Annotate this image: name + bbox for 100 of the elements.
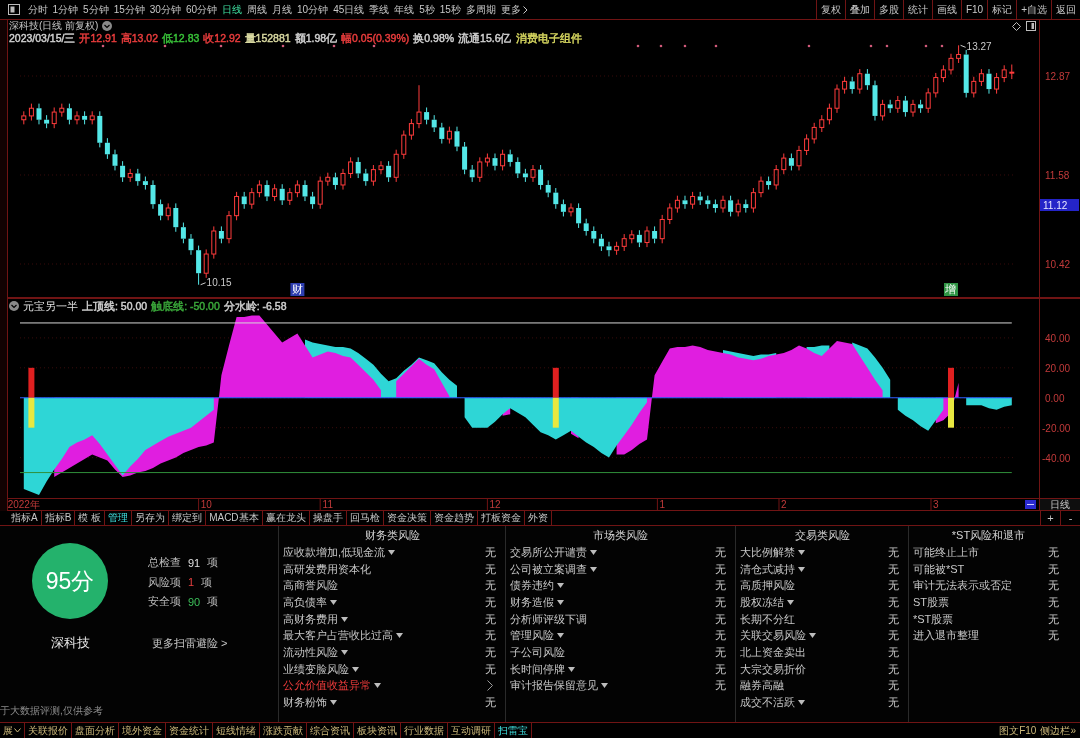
- indicator-tab[interactable]: 赢在龙头: [262, 511, 310, 525]
- risk-item[interactable]: 高研发费用资本化: [283, 561, 371, 577]
- toolbar-button[interactable]: 统计: [902, 0, 932, 19]
- caret-down-icon[interactable]: [798, 700, 805, 706]
- caret-down-icon[interactable]: [330, 599, 337, 605]
- caret-down-icon[interactable]: [568, 666, 575, 672]
- window-icon[interactable]: [8, 4, 20, 15]
- caret-down-icon[interactable]: [601, 683, 608, 689]
- risk-item[interactable]: 可能被*ST: [913, 561, 965, 577]
- period-tab[interactable]: 15分钟: [111, 1, 148, 18]
- bottom-tab[interactable]: 关联报价: [25, 723, 72, 738]
- toolbar-button[interactable]: 叠加: [844, 0, 874, 19]
- period-tab[interactable]: 5秒: [416, 1, 438, 18]
- zoom-button[interactable]: +: [1040, 511, 1060, 525]
- toolbar-button[interactable]: 复权: [815, 0, 845, 19]
- indicator-tab[interactable]: 绑定到: [169, 511, 207, 525]
- risk-item[interactable]: ST股票: [913, 594, 950, 610]
- risk-item[interactable]: 流动性风险: [283, 644, 338, 660]
- chevron-right-icon[interactable]: [487, 680, 493, 692]
- risk-item[interactable]: 最大客户占营收比过高: [283, 628, 393, 644]
- caret-down-icon[interactable]: [590, 549, 597, 555]
- risk-item[interactable]: 业绩变脸风险: [283, 661, 349, 677]
- toolbar-button[interactable]: 标记: [987, 0, 1017, 19]
- period-tab[interactable]: 10分钟: [294, 1, 331, 18]
- bottom-link[interactable]: 图文F10: [999, 723, 1037, 738]
- diamond-icon[interactable]: [1012, 21, 1021, 31]
- bottom-tab[interactable]: 境外资金: [119, 723, 166, 738]
- indicator-tab[interactable]: 操盘手: [309, 511, 347, 525]
- period-tab[interactable]: 年线: [391, 1, 417, 18]
- event-tag[interactable]: 增: [944, 283, 958, 296]
- risk-item[interactable]: 大宗交易折价: [740, 661, 806, 677]
- caret-down-icon[interactable]: [798, 566, 805, 572]
- risk-item[interactable]: 北上资金卖出: [740, 644, 806, 660]
- bottom-tab[interactable]: 资金统计: [166, 723, 213, 738]
- indicator-tab[interactable]: 资金决策: [383, 511, 431, 525]
- caret-down-icon[interactable]: [557, 599, 564, 605]
- risk-item[interactable]: 融券高融: [740, 678, 784, 694]
- indicator-tab[interactable]: 回马枪: [346, 511, 384, 525]
- caret-down-icon[interactable]: [798, 549, 805, 555]
- bottom-link[interactable]: 侧边栏»: [1040, 723, 1076, 738]
- more-button[interactable]: 更多: [498, 1, 531, 18]
- risk-item[interactable]: 审计报告保留意见: [510, 678, 598, 694]
- risk-item[interactable]: 进入退市整理: [913, 628, 979, 644]
- bottom-tab[interactable]: 互动调研: [448, 723, 495, 738]
- risk-item[interactable]: 债券违约: [510, 578, 554, 594]
- indicator-tab[interactable]: 管理: [105, 511, 133, 525]
- bottom-tab[interactable]: 行业数据: [401, 723, 448, 738]
- risk-item[interactable]: 交易所公开谴责: [510, 544, 587, 560]
- bottom-tab[interactable]: 涨跌贡献: [260, 723, 307, 738]
- risk-item[interactable]: 高负债率: [283, 594, 327, 610]
- risk-item[interactable]: 高质押风险: [740, 578, 795, 594]
- bottom-tab[interactable]: 短线情绪: [213, 723, 260, 738]
- caret-down-icon[interactable]: [374, 683, 381, 689]
- indicator-tab[interactable]: 外资: [524, 511, 552, 525]
- zoom-button[interactable]: -: [1060, 511, 1080, 525]
- caret-down-icon[interactable]: [557, 583, 564, 589]
- bottom-tab[interactable]: 扫雷宝: [495, 723, 532, 738]
- risk-item[interactable]: 高商誉风险: [283, 578, 338, 594]
- bottom-tab[interactable]: 板块资讯: [354, 723, 401, 738]
- risk-item[interactable]: 长期不分红: [740, 611, 795, 627]
- risk-item[interactable]: 财务粉饰: [283, 695, 327, 711]
- risk-item[interactable]: 应收款增加,低现金流: [283, 544, 386, 560]
- chevron-down-circle-icon[interactable]: [9, 301, 19, 311]
- indicator-tab[interactable]: MACD基本: [206, 511, 263, 525]
- bottom-tab[interactable]: 综合资讯: [307, 723, 354, 738]
- caret-down-icon[interactable]: [396, 633, 403, 639]
- risk-item[interactable]: *ST股票: [913, 611, 954, 627]
- caret-down-icon[interactable]: [352, 666, 359, 672]
- bottom-tab[interactable]: 盘面分析: [72, 723, 119, 738]
- caret-down-icon[interactable]: [557, 633, 564, 639]
- toolbar-button[interactable]: F10: [960, 0, 988, 19]
- caret-down-icon[interactable]: [341, 616, 348, 622]
- period-tab[interactable]: 日线: [219, 1, 245, 18]
- event-tag[interactable]: 财: [290, 283, 305, 296]
- period-tab[interactable]: 1分钟: [50, 1, 81, 18]
- risk-item[interactable]: 分析师评级下调: [510, 611, 587, 627]
- panel-icon[interactable]: [1026, 21, 1036, 31]
- toolbar-button[interactable]: +自选: [1016, 0, 1051, 19]
- period-tab[interactable]: 60分钟: [183, 1, 220, 18]
- period-tab[interactable]: 45日线: [330, 1, 367, 18]
- scroll-marker-icon[interactable]: [1025, 500, 1036, 509]
- caret-down-icon[interactable]: [590, 566, 597, 572]
- risk-item[interactable]: 高财务费用: [283, 611, 338, 627]
- risk-item[interactable]: 公允价值收益异常: [283, 678, 371, 694]
- period-tab[interactable]: 5分钟: [80, 1, 112, 18]
- risk-item[interactable]: 可能终止上市: [913, 544, 979, 560]
- risk-item[interactable]: 审计无法表示或否定: [913, 578, 1012, 594]
- indicator-tab[interactable]: 指标B: [41, 511, 76, 525]
- risk-item[interactable]: 股权冻结: [740, 594, 784, 610]
- caret-down-icon[interactable]: [809, 633, 816, 639]
- bottom-tab[interactable]: 展: [0, 723, 25, 738]
- toolbar-button[interactable]: 多股: [873, 0, 903, 19]
- indicator-tab[interactable]: 打板资金: [477, 511, 525, 525]
- caret-down-icon[interactable]: [330, 700, 337, 706]
- toolbar-button[interactable]: 画线: [931, 0, 961, 19]
- period-tab[interactable]: 周线: [244, 1, 270, 18]
- period-tab[interactable]: 月线: [269, 1, 295, 18]
- indicator-tab[interactable]: 另存为: [132, 511, 170, 525]
- period-tab[interactable]: 15秒: [437, 1, 464, 18]
- risk-item[interactable]: 管理风险: [510, 628, 554, 644]
